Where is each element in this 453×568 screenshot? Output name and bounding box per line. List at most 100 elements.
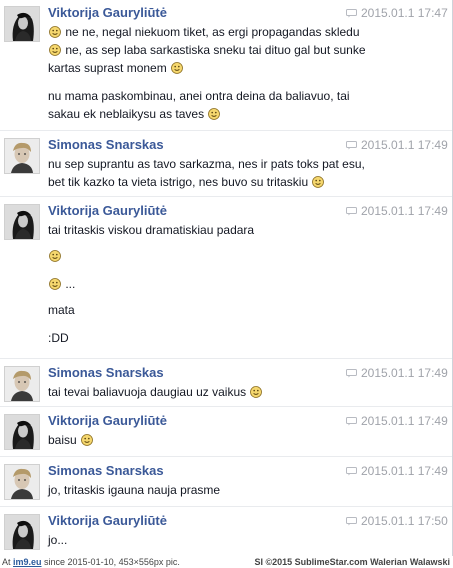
timestamp-text: 2015.01.1 17:49: [361, 138, 448, 152]
chat-bubble-icon: [346, 205, 357, 216]
message-line: kartas suprast monem: [48, 59, 184, 77]
message-line: ne ne, negal niekuom tiket, as ergi prop…: [48, 23, 360, 41]
message-text: :DD: [48, 331, 69, 345]
message-line: nu sep suprantu as tavo sarkazma, nes ir…: [48, 155, 365, 173]
message-group: Viktorija Gauryliūtė 2015.01.1 17:49 tai t…: [0, 198, 453, 360]
message-line: [48, 247, 62, 265]
message-line: baisu: [48, 431, 94, 449]
smiley-icon: [250, 386, 263, 398]
avatar[interactable]: [4, 6, 40, 42]
avatar[interactable]: [4, 464, 40, 500]
message-text: bet tik kazko ta vieta istrigo, nes buvo…: [48, 175, 312, 189]
message-divider: [0, 456, 453, 457]
profile-photo-icon: [5, 465, 39, 499]
smiley-icon: [49, 250, 61, 262]
message-text: ...: [62, 277, 76, 291]
footer-left: At im9.eu since 2015-01-10, 453×556px pi…: [2, 556, 180, 568]
timestamp-text: 2015.01.1 17:50: [361, 514, 448, 528]
profile-photo-icon: [5, 515, 39, 549]
message-divider: [0, 358, 453, 359]
timestamp-text: 2015.01.1 17:49: [361, 414, 448, 428]
timestamp-text: 2015.01.1 17:49: [361, 464, 448, 478]
avatar[interactable]: [4, 138, 40, 174]
message-line: sakau ek neblaikysu as taves: [48, 105, 221, 123]
message-line: mata: [48, 301, 75, 319]
image-watermark-footer: At im9.eu since 2015-01-10, 453×556px pi…: [0, 556, 453, 568]
message-timestamp: 2015.01.1 17:49: [346, 138, 448, 152]
message-divider: [0, 406, 453, 407]
message-group: Viktorija Gauryliūtė 2015.01.1 17:49 baisu: [0, 408, 453, 458]
message-line: jo...: [48, 531, 67, 549]
message-text: baisu: [48, 433, 81, 447]
avatar[interactable]: [4, 366, 40, 402]
smiley-icon: [81, 434, 93, 446]
chat-bubble-icon: [346, 7, 357, 18]
message-group: Simonas Snarskas 2015.01.1 17:49 jo, trita…: [0, 458, 453, 508]
message-divider: [0, 506, 453, 507]
chat-conversation: Viktorija Gauryliūtė 2015.01.1 17:47 ne n…: [0, 0, 453, 556]
avatar[interactable]: [4, 514, 40, 550]
message-group: Viktorija Gauryliūtė 2015.01.1 17:47 ne n…: [0, 0, 453, 132]
smiley-icon: [49, 278, 61, 290]
message-text: ne ne, negal niekuom tiket, as ergi prop…: [62, 25, 360, 39]
smiley-icon: [171, 62, 183, 74]
message-line: tai tritaskis viskou dramatiskiau padara: [48, 221, 254, 239]
message-timestamp: 2015.01.1 17:49: [346, 204, 448, 218]
timestamp-text: 2015.01.1 17:47: [361, 6, 448, 20]
message-line: bet tik kazko ta vieta istrigo, nes buvo…: [48, 173, 325, 191]
message-timestamp: 2015.01.1 17:49: [346, 414, 448, 428]
sender-name[interactable]: Simonas Snarskas: [48, 137, 164, 152]
message-line: tai tevai baliavuoja daugiau uz vaikus: [48, 383, 263, 401]
message-text: jo...: [48, 533, 68, 547]
profile-photo-icon: [5, 7, 39, 41]
profile-photo-icon: [5, 367, 39, 401]
sender-name[interactable]: Viktorija Gauryliūtė: [48, 513, 167, 528]
message-group: Viktorija Gauryliūtė 2015.01.1 17:50 jo...: [0, 508, 453, 556]
footer-prefix: At: [2, 557, 14, 567]
profile-photo-icon: [5, 139, 39, 173]
smiley-icon: [49, 26, 61, 38]
chat-bubble-icon: [346, 415, 357, 426]
message-line: ...: [48, 275, 75, 293]
message-text: ne, as sep laba sarkastiska sneku tai di…: [62, 43, 366, 57]
timestamp-text: 2015.01.1 17:49: [361, 366, 448, 380]
message-text: nu mama paskombinau, anei ontra deina da…: [48, 89, 350, 103]
message-group: Simonas Snarskas 2015.01.1 17:49 nu sep su…: [0, 132, 453, 198]
message-line: ne, as sep laba sarkastiska sneku tai di…: [48, 41, 366, 59]
message-line: :DD: [48, 329, 69, 347]
sender-name[interactable]: Simonas Snarskas: [48, 365, 164, 380]
chat-bubble-icon: [346, 139, 357, 150]
timestamp-text: 2015.01.1 17:49: [361, 204, 448, 218]
message-timestamp: 2015.01.1 17:50: [346, 514, 448, 528]
message-line: nu mama paskombinau, anei ontra deina da…: [48, 87, 350, 105]
message-text: nu sep suprantu as tavo sarkazma, nes ir…: [48, 157, 365, 171]
smiley-icon: [312, 176, 325, 188]
message-timestamp: 2015.01.1 17:49: [346, 464, 448, 478]
sender-name[interactable]: Simonas Snarskas: [48, 463, 164, 478]
chat-bubble-icon: [346, 465, 357, 476]
profile-photo-icon: [5, 205, 39, 239]
smiley-icon: [49, 44, 61, 56]
message-text: mata: [48, 303, 75, 317]
sender-name[interactable]: Viktorija Gauryliūtė: [48, 5, 167, 20]
message-text: kartas suprast monem: [48, 61, 171, 75]
sender-name[interactable]: Viktorija Gauryliūtė: [48, 413, 167, 428]
smiley-icon: [208, 108, 221, 120]
chat-bubble-icon: [346, 515, 357, 526]
message-divider: [0, 130, 453, 131]
avatar[interactable]: [4, 204, 40, 240]
avatar[interactable]: [4, 414, 40, 450]
sender-name[interactable]: Viktorija Gauryliūtė: [48, 203, 167, 218]
footer-site-link[interactable]: im9.eu: [13, 557, 42, 567]
message-timestamp: 2015.01.1 17:47: [346, 6, 448, 20]
footer-copyright: SI ©2015 SublimeStar.com Walerian Walaws…: [254, 557, 450, 567]
message-divider: [0, 196, 453, 197]
profile-photo-icon: [5, 415, 39, 449]
message-text: jo, tritaskis igauna nauja prasme: [48, 483, 221, 497]
message-text: sakau ek neblaikysu as taves: [48, 107, 208, 121]
footer-info: since 2015-01-10, 453×556px pic.: [41, 557, 180, 567]
message-timestamp: 2015.01.1 17:49: [346, 366, 448, 380]
message-text: tai tritaskis viskou dramatiskiau padara: [48, 223, 255, 237]
message-text: tai tevai baliavuoja daugiau uz vaikus: [48, 385, 250, 399]
chat-bubble-icon: [346, 367, 357, 378]
